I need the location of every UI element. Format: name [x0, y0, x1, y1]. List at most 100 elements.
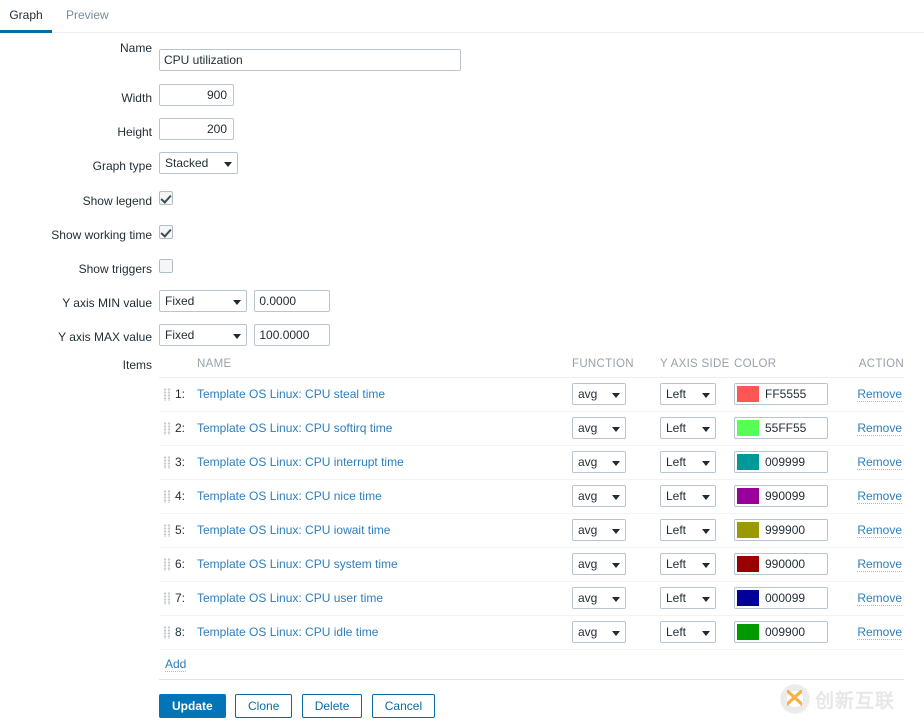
function-select[interactable]: avg [572, 383, 626, 405]
chevron-down-icon [702, 495, 710, 500]
remove-item-link[interactable]: Remove [857, 489, 902, 504]
item-name-link[interactable]: Template OS Linux: CPU idle time [197, 625, 378, 639]
drag-handle-icon[interactable] [163, 524, 171, 537]
drag-handle-icon[interactable] [163, 592, 171, 605]
remove-item-link[interactable]: Remove [857, 591, 902, 606]
remove-item-link[interactable]: Remove [857, 625, 902, 640]
chevron-down-icon [612, 631, 620, 636]
y-axis-side-value: Left [666, 625, 686, 639]
row-number-cell: 4: [175, 479, 197, 513]
row-number: 2: [175, 421, 185, 435]
row-handle-cell [159, 615, 175, 649]
color-picker[interactable]: 009999 [734, 451, 828, 473]
color-swatch [737, 522, 759, 538]
item-name-link[interactable]: Template OS Linux: CPU user time [197, 591, 383, 605]
color-picker[interactable]: 999900 [734, 519, 828, 541]
y-axis-side-select[interactable]: Left [660, 519, 716, 541]
function-select[interactable]: avg [572, 485, 626, 507]
function-select[interactable]: avg [572, 553, 626, 575]
color-picker[interactable]: 990000 [734, 553, 828, 575]
chevron-down-icon [702, 563, 710, 568]
row-number-cell: 3: [175, 445, 197, 479]
remove-item-link[interactable]: Remove [857, 557, 902, 572]
y-axis-side-select[interactable]: Left [660, 553, 716, 575]
color-hex-value: 990099 [759, 489, 805, 503]
row-number: 1: [175, 387, 185, 401]
drag-handle-icon[interactable] [163, 456, 171, 469]
chevron-down-icon [702, 529, 710, 534]
color-picker[interactable]: FF5555 [734, 383, 828, 405]
function-value: avg [578, 591, 597, 605]
delete-button[interactable]: Delete [302, 694, 363, 718]
item-name-link[interactable]: Template OS Linux: CPU interrupt time [197, 455, 404, 469]
row-axis-cell: Left [660, 479, 734, 513]
form-row-width: Width [0, 67, 924, 101]
color-picker[interactable]: 009900 [734, 621, 828, 643]
y-axis-side-select[interactable]: Left [660, 417, 716, 439]
y-axis-side-select[interactable]: Left [660, 383, 716, 405]
label-y-axis-max: Y axis MAX value [0, 326, 152, 348]
header-color: COLOR [734, 355, 838, 377]
function-select[interactable]: avg [572, 587, 626, 609]
tab-graph[interactable]: Graph [0, 0, 52, 33]
items-table-body: 1: Template OS Linux: CPU steal time avg Le… [159, 377, 904, 649]
item-name-link[interactable]: Template OS Linux: CPU system time [197, 557, 398, 571]
drag-handle-icon[interactable] [163, 490, 171, 503]
tab-preview[interactable]: Preview [58, 0, 117, 33]
color-picker[interactable]: 000099 [734, 587, 828, 609]
function-select[interactable]: avg [572, 417, 626, 439]
y-axis-side-value: Left [666, 421, 686, 435]
item-name-link[interactable]: Template OS Linux: CPU softirq time [197, 421, 392, 435]
drag-handle-icon[interactable] [163, 558, 171, 571]
y-axis-side-value: Left [666, 455, 686, 469]
update-button[interactable]: Update [159, 694, 226, 718]
drag-handle-icon[interactable] [163, 422, 171, 435]
add-item-link[interactable]: Add [165, 657, 186, 672]
function-value: avg [578, 455, 597, 469]
color-hex-value: 000099 [759, 591, 805, 605]
remove-item-link[interactable]: Remove [857, 523, 902, 538]
row-color-cell: 990000 [734, 547, 838, 581]
remove-item-link[interactable]: Remove [857, 455, 902, 470]
row-name-cell: Template OS Linux: CPU system time [197, 547, 572, 581]
y-axis-side-value: Left [666, 557, 686, 571]
item-name-link[interactable]: Template OS Linux: CPU nice time [197, 489, 382, 503]
drag-handle-icon[interactable] [163, 626, 171, 639]
row-action-cell: Remove [838, 445, 904, 479]
watermark-logo-icon [780, 684, 810, 714]
row-function-cell: avg [572, 479, 660, 513]
form-row-height: Height [0, 101, 924, 135]
color-hex-value: 009999 [759, 455, 805, 469]
function-value: avg [578, 625, 597, 639]
cancel-button[interactable]: Cancel [372, 694, 435, 718]
row-axis-cell: Left [660, 513, 734, 547]
label-name: Name [0, 37, 152, 59]
row-function-cell: avg [572, 615, 660, 649]
color-hex-value: FF5555 [759, 387, 806, 401]
remove-item-link[interactable]: Remove [857, 421, 902, 436]
graph-config-page: Graph Preview Name Width Height Graph [0, 0, 924, 727]
chevron-down-icon [702, 393, 710, 398]
table-row: 2: Template OS Linux: CPU softirq time avg… [159, 411, 904, 445]
remove-item-link[interactable]: Remove [857, 387, 902, 402]
color-picker[interactable]: 990099 [734, 485, 828, 507]
function-select[interactable]: avg [572, 451, 626, 473]
y-axis-side-select[interactable]: Left [660, 485, 716, 507]
y-axis-side-select[interactable]: Left [660, 451, 716, 473]
y-axis-max-input[interactable] [254, 324, 330, 346]
watermark: 创新互联 [780, 681, 914, 717]
item-name-link[interactable]: Template OS Linux: CPU iowait time [197, 523, 390, 537]
y-axis-max-mode-select[interactable]: Fixed [159, 324, 247, 346]
drag-handle-icon[interactable] [163, 388, 171, 401]
chevron-down-icon [612, 427, 620, 432]
y-axis-side-select[interactable]: Left [660, 621, 716, 643]
clone-button[interactable]: Clone [235, 694, 292, 718]
function-select[interactable]: avg [572, 519, 626, 541]
row-action-cell: Remove [838, 615, 904, 649]
color-picker[interactable]: 55FF55 [734, 417, 828, 439]
function-select[interactable]: avg [572, 621, 626, 643]
items-table: NAME FUNCTION Y AXIS SIDE COLOR ACTION 1… [159, 355, 904, 680]
row-color-cell: 000099 [734, 581, 838, 615]
item-name-link[interactable]: Template OS Linux: CPU steal time [197, 387, 385, 401]
y-axis-side-select[interactable]: Left [660, 587, 716, 609]
